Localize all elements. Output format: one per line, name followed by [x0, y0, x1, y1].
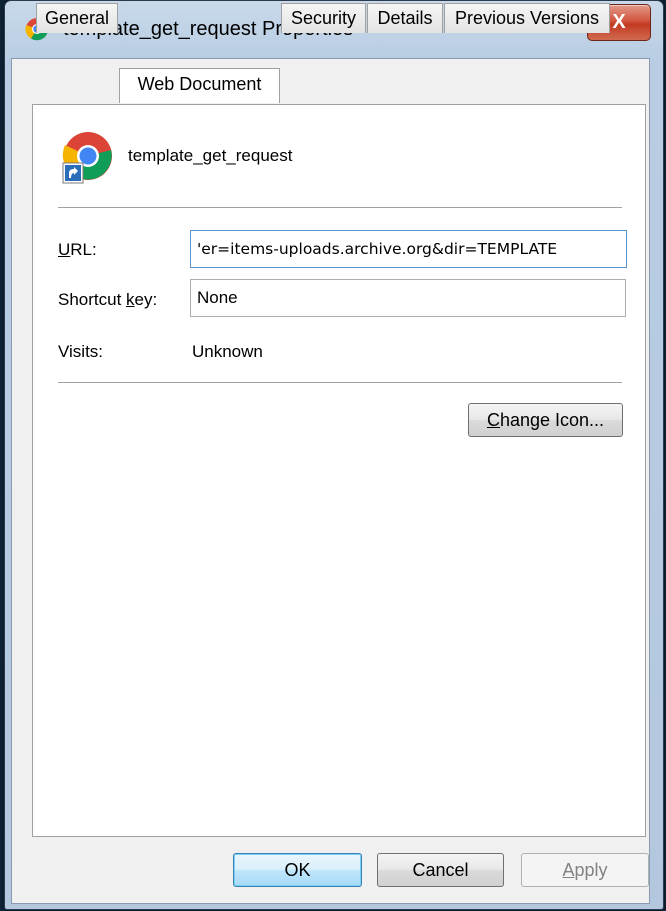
- close-icon: X: [612, 11, 626, 33]
- change-icon-button[interactable]: Change Icon...: [468, 403, 623, 437]
- tab-label: Details: [377, 8, 433, 28]
- shortcut-key-input[interactable]: None: [190, 279, 626, 317]
- url-input[interactable]: 'er=items-uploads.archive.org&dir=TEMPLA…: [190, 230, 627, 268]
- shortcut-key-label: Shortcut key:: [58, 290, 158, 309]
- tab-general[interactable]: General: [36, 3, 118, 33]
- tab-web-document[interactable]: Web Document: [119, 68, 280, 103]
- url-label: URL:: [58, 240, 97, 259]
- tab-label: Security: [290, 8, 357, 28]
- visits-label: Visits:: [58, 342, 104, 361]
- tab-security[interactable]: Security: [281, 3, 366, 33]
- shortcut-key-value: None: [197, 288, 238, 307]
- tab-label: Previous Versions: [454, 8, 600, 28]
- chrome-shortcut-icon: [62, 132, 112, 184]
- url-value: 'er=items-uploads.archive.org&dir=TEMPLA…: [197, 240, 558, 258]
- web-document-panel: [32, 104, 646, 837]
- divider: [58, 382, 622, 383]
- tab-previous-versions[interactable]: Previous Versions: [444, 3, 610, 33]
- divider: [58, 207, 622, 208]
- apply-button[interactable]: Apply: [521, 853, 649, 887]
- tab-label: Web Document: [137, 73, 262, 94]
- tab-label: General: [44, 8, 110, 28]
- ok-button[interactable]: OK: [233, 853, 362, 887]
- shortcut-name: template_get_request: [128, 146, 293, 165]
- tab-details[interactable]: Details: [367, 3, 443, 33]
- cancel-button[interactable]: Cancel: [377, 853, 504, 887]
- visits-value: Unknown: [192, 342, 263, 361]
